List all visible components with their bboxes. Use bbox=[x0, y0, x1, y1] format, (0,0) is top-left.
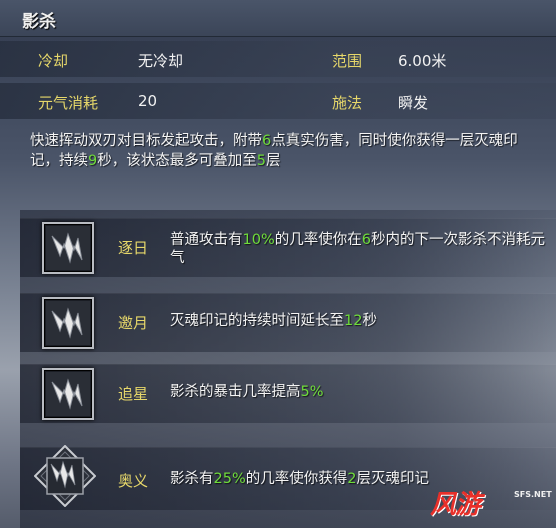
passive-desc-highlight: 10% bbox=[242, 232, 275, 248]
blade-slash-icon[interactable] bbox=[42, 297, 94, 349]
passive-item-yaoyue[interactable]: 邀月 灭魂印记的持续时间延长至12秒 bbox=[20, 289, 556, 355]
watermark-site: SFS.NET bbox=[514, 490, 552, 499]
passive-desc-highlight: 5% bbox=[300, 384, 324, 400]
desc-text: 秒，该状态最多可叠加至 bbox=[97, 153, 257, 169]
blade-slash-icon bbox=[33, 444, 97, 508]
passive-desc-highlight: 6 bbox=[361, 232, 371, 248]
passive-desc-highlight: 25% bbox=[213, 471, 246, 487]
passive-name: 邀月 bbox=[118, 314, 149, 332]
passive-item-zhuixing[interactable]: 追星 影杀的暴击几率提高5% bbox=[20, 360, 556, 426]
passive-desc-text: 层灭魂印记 bbox=[356, 471, 429, 487]
passive-desc-text: 影杀有 bbox=[170, 471, 214, 487]
blade-slash-icon[interactable] bbox=[42, 222, 94, 274]
range-label: 范围 bbox=[332, 52, 363, 70]
desc-text: 快速挥动双刃对目标发起攻击，附带 bbox=[30, 133, 262, 149]
cost-value: 20 bbox=[138, 92, 158, 110]
cooldown-value: 无冷却 bbox=[138, 52, 184, 70]
stat-row-cost-cast: 元气消耗 20 施法 瞬发 bbox=[0, 83, 556, 119]
skill-title: 影杀 bbox=[22, 12, 56, 32]
passive-desc-highlight: 12 bbox=[344, 313, 363, 329]
ultimate-frame[interactable] bbox=[33, 444, 97, 508]
desc-highlight: 6 bbox=[262, 133, 272, 149]
blade-slash-icon[interactable] bbox=[42, 368, 94, 420]
passive-desc-text: 普通攻击有 bbox=[170, 232, 243, 248]
cost-label: 元气消耗 bbox=[38, 94, 99, 112]
watermark-brand: 风游 bbox=[430, 490, 481, 520]
passive-desc: 普通攻击有10%的几率使你在6秒内的下一次影杀不消耗元气 bbox=[170, 231, 550, 267]
cast-label: 施法 bbox=[332, 94, 363, 112]
skill-title-bar: 影杀 bbox=[0, 0, 556, 37]
stat-row-cooldown-range: 冷却 无冷却 范围 6.00米 bbox=[0, 41, 556, 77]
passive-name: 逐日 bbox=[118, 239, 149, 257]
passive-desc-text: 灭魂印记的持续时间延长至 bbox=[170, 313, 344, 329]
passive-panel: 逐日 普通攻击有10%的几率使你在6秒内的下一次影杀不消耗元气 邀月 灭魂印记的… bbox=[20, 210, 556, 528]
passive-desc-text: 的几率使你获得 bbox=[245, 471, 348, 487]
passive-desc-text: 影杀的暴击几率提高 bbox=[170, 384, 301, 400]
passive-name: 奥义 bbox=[118, 472, 149, 490]
passive-name: 追星 bbox=[118, 385, 149, 403]
passive-item-zhuri[interactable]: 逐日 普通攻击有10%的几率使你在6秒内的下一次影杀不消耗元气 bbox=[20, 214, 556, 280]
range-value: 6.00米 bbox=[398, 52, 447, 70]
passive-desc: 影杀的暴击几率提高5% bbox=[170, 383, 550, 401]
passive-desc-text: 秒 bbox=[362, 313, 377, 329]
passive-desc-text: 的几率使你在 bbox=[274, 232, 362, 248]
desc-text: 层 bbox=[265, 153, 281, 169]
desc-highlight: 9 bbox=[88, 153, 98, 169]
cooldown-label: 冷却 bbox=[38, 52, 69, 70]
cast-value: 瞬发 bbox=[398, 94, 429, 112]
site-watermark-logo: 风游 SFS.NET bbox=[430, 484, 554, 524]
skill-description: 快速挥动双刃对目标发起攻击，附带6点真实伤害，同时使你获得一层灭魂印记，持续9秒… bbox=[30, 131, 530, 171]
passive-desc: 灭魂印记的持续时间延长至12秒 bbox=[170, 312, 550, 330]
desc-highlight: 5 bbox=[256, 153, 266, 169]
